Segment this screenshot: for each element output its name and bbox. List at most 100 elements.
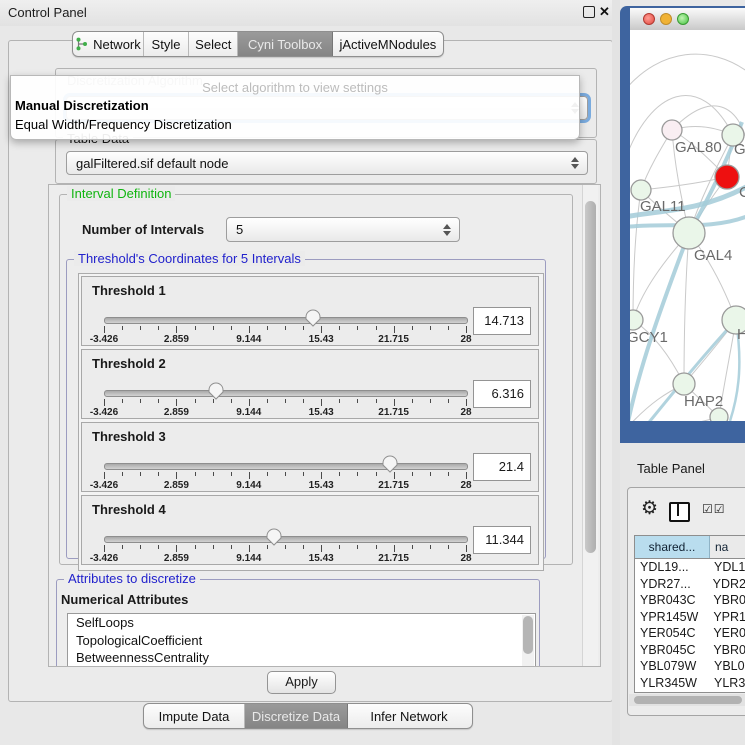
slider-track[interactable] xyxy=(104,317,468,324)
list-item[interactable]: BetweennessCentrality xyxy=(68,649,535,667)
network-window-titlebar[interactable] xyxy=(630,8,745,31)
zoom-traffic-light[interactable] xyxy=(677,13,689,25)
stepper-arrows-icon xyxy=(439,224,455,236)
number-of-intervals-combobox[interactable]: 5 xyxy=(226,217,460,242)
close-traffic-light[interactable] xyxy=(643,13,655,25)
table-row[interactable]: YBR043CYBR0 xyxy=(635,592,745,609)
list-item[interactable]: TopologicalCoefficient xyxy=(68,632,535,650)
column-header-shared-name[interactable]: shared... xyxy=(635,536,710,558)
threshold-value-field[interactable]: 21.4 xyxy=(473,453,531,481)
slider-thumb[interactable] xyxy=(304,308,322,327)
node-gcy1[interactable] xyxy=(630,310,643,330)
number-of-intervals-label: Number of Intervals xyxy=(82,222,204,237)
table-row[interactable]: YDR27...YDR2 xyxy=(635,576,745,593)
group-title: Interval Definition xyxy=(67,186,175,201)
minimize-traffic-light[interactable] xyxy=(660,13,672,25)
dropdown-item-manual-discretization[interactable]: Manual Discretization xyxy=(15,98,149,113)
tab-jactivemnodules[interactable]: jActiveMNodules xyxy=(333,32,443,56)
gear-icon[interactable]: ⚙ xyxy=(641,499,658,518)
table-row[interactable]: YER054CYER0 xyxy=(635,625,745,642)
tab-impute-data[interactable]: Impute Data xyxy=(144,704,245,728)
node-red-selected[interactable] xyxy=(715,165,739,189)
group-title: Attributes to discretize xyxy=(64,571,200,586)
algorithm-dropdown-popup: Select algorithm to view settings Manual… xyxy=(10,75,580,140)
table-header-row: shared... na xyxy=(635,536,745,559)
apply-button[interactable]: Apply xyxy=(267,671,336,694)
group-title: Threshold's Coordinates for 5 Intervals xyxy=(74,251,305,266)
threshold-value-field[interactable]: 11.344 xyxy=(473,526,531,554)
network-graph: GAL80 GA C GAL11 GAL4 GCY1 H HAP2 xyxy=(630,30,745,421)
scrollbar-thumb[interactable] xyxy=(634,696,742,704)
column-header-name[interactable]: na xyxy=(710,536,745,558)
network-canvas[interactable]: GAL80 GA C GAL11 GAL4 GCY1 H HAP2 xyxy=(630,30,745,421)
slider-ticks: -3.4262.8599.14415.4321.71528 xyxy=(104,545,466,563)
vertical-scrollbar[interactable] xyxy=(582,185,598,666)
interval-definition-group: Interval Definition Number of Intervals … xyxy=(59,194,573,565)
table-panel-box: ⚙ ☑☑ shared... na YDL19...YDL1YDR27...YD… xyxy=(627,487,745,716)
threshold-panel: Threshold 2 -3.4262.8599.14415.4321.7152… xyxy=(81,349,539,419)
slider-thumb[interactable] xyxy=(207,381,225,400)
slider-track[interactable] xyxy=(104,463,468,470)
threshold-label: Threshold 2 xyxy=(92,356,166,371)
table-row[interactable]: YLR345WYLR3 xyxy=(635,675,745,692)
control-panel-titlebar: Control Panel ✕ xyxy=(0,0,612,26)
scrollbar-thumb[interactable] xyxy=(585,201,596,553)
node-table: shared... na YDL19...YDL1YDR27...YDR2YBR… xyxy=(634,535,745,693)
table-panel-title: Table Panel xyxy=(637,461,705,476)
table-data-combobox[interactable]: galFiltered.sif default node xyxy=(66,151,588,175)
threshold-panel: Threshold 1 -3.4262.8599.14415.4321.7152… xyxy=(81,276,539,346)
tab-infer-network[interactable]: Infer Network xyxy=(348,704,470,728)
tab-label: Style xyxy=(152,37,181,52)
table-row[interactable]: YBR045CYBR0 xyxy=(635,642,745,659)
threshold-value-field[interactable]: 6.316 xyxy=(473,380,531,408)
stepper-arrows-icon xyxy=(567,157,583,169)
tab-discretize-data[interactable]: Discretize Data xyxy=(245,704,348,728)
tab-label: Select xyxy=(195,37,231,52)
list-scrollbar[interactable] xyxy=(522,615,534,667)
slider-track[interactable] xyxy=(104,536,468,543)
node-hap2[interactable] xyxy=(673,373,695,395)
tab-cyni-toolbox[interactable]: Cyni Toolbox xyxy=(238,32,332,56)
network-tree-icon xyxy=(75,37,88,51)
app-root: Control Panel ✕ Network Style Select Cyn… xyxy=(0,0,745,745)
table-row[interactable]: YDL19...YDL1 xyxy=(635,559,745,576)
node-gal4[interactable] xyxy=(673,217,705,249)
slider-track[interactable] xyxy=(104,390,468,397)
horizontal-scrollbar[interactable] xyxy=(629,694,745,706)
tab-network[interactable]: Network xyxy=(73,32,144,56)
numerical-attributes-list: SelfLoops TopologicalCoefficient Between… xyxy=(67,613,536,667)
threshold-label: Threshold 1 xyxy=(92,283,166,298)
threshold-label: Threshold 3 xyxy=(92,429,166,444)
threshold-panel: Threshold 4 -3.4262.8599.14415.4321.7152… xyxy=(81,495,539,565)
float-window-icon[interactable] xyxy=(583,6,595,18)
slider-ticks: -3.4262.8599.14415.4321.71528 xyxy=(104,472,466,490)
list-item[interactable]: SelfLoops xyxy=(68,614,535,632)
table-body: YDL19...YDL1YDR27...YDR2YBR043CYBR0YPR14… xyxy=(635,559,745,693)
tab-label: jActiveMNodules xyxy=(339,37,436,52)
node-label: HAP2 xyxy=(684,393,723,410)
node-label: H xyxy=(737,326,745,343)
threshold-panel: Threshold 3 -3.4262.8599.14415.4321.7152… xyxy=(81,422,539,492)
dropdown-item-equal-width[interactable]: Equal Width/Frequency Discretization xyxy=(15,117,232,132)
top-tabbar: Network Style Select Cyni Toolbox jActiv… xyxy=(72,31,444,57)
node-gal80[interactable] xyxy=(662,120,682,140)
tab-style[interactable]: Style xyxy=(144,32,189,56)
slider-ticks: -3.4262.8599.14415.4321.71528 xyxy=(104,399,466,417)
numerical-attributes-label: Numerical Attributes xyxy=(61,592,188,607)
table-row[interactable]: YIL052CYIL0 xyxy=(635,691,745,693)
checkbox-filter-icon[interactable]: ☑☑ xyxy=(702,502,726,516)
close-icon[interactable]: ✕ xyxy=(599,4,610,20)
tab-label: Cyni Toolbox xyxy=(248,37,322,52)
table-row[interactable]: YBL079WYBL0 xyxy=(635,658,745,675)
tab-select[interactable]: Select xyxy=(189,32,238,56)
table-row[interactable]: YPR145WYPR1 xyxy=(635,609,745,626)
node-gal11[interactable] xyxy=(631,180,651,200)
bottom-tabbar: Impute Data Discretize Data Infer Networ… xyxy=(143,703,473,729)
threshold-value-field[interactable]: 14.713 xyxy=(473,307,531,335)
tab-label: Infer Network xyxy=(370,709,447,724)
column-layout-icon[interactable] xyxy=(669,502,690,522)
node-label: GCY1 xyxy=(630,329,668,346)
slider-thumb[interactable] xyxy=(381,454,399,473)
slider-thumb[interactable] xyxy=(265,527,283,546)
node-label: C xyxy=(739,184,745,201)
